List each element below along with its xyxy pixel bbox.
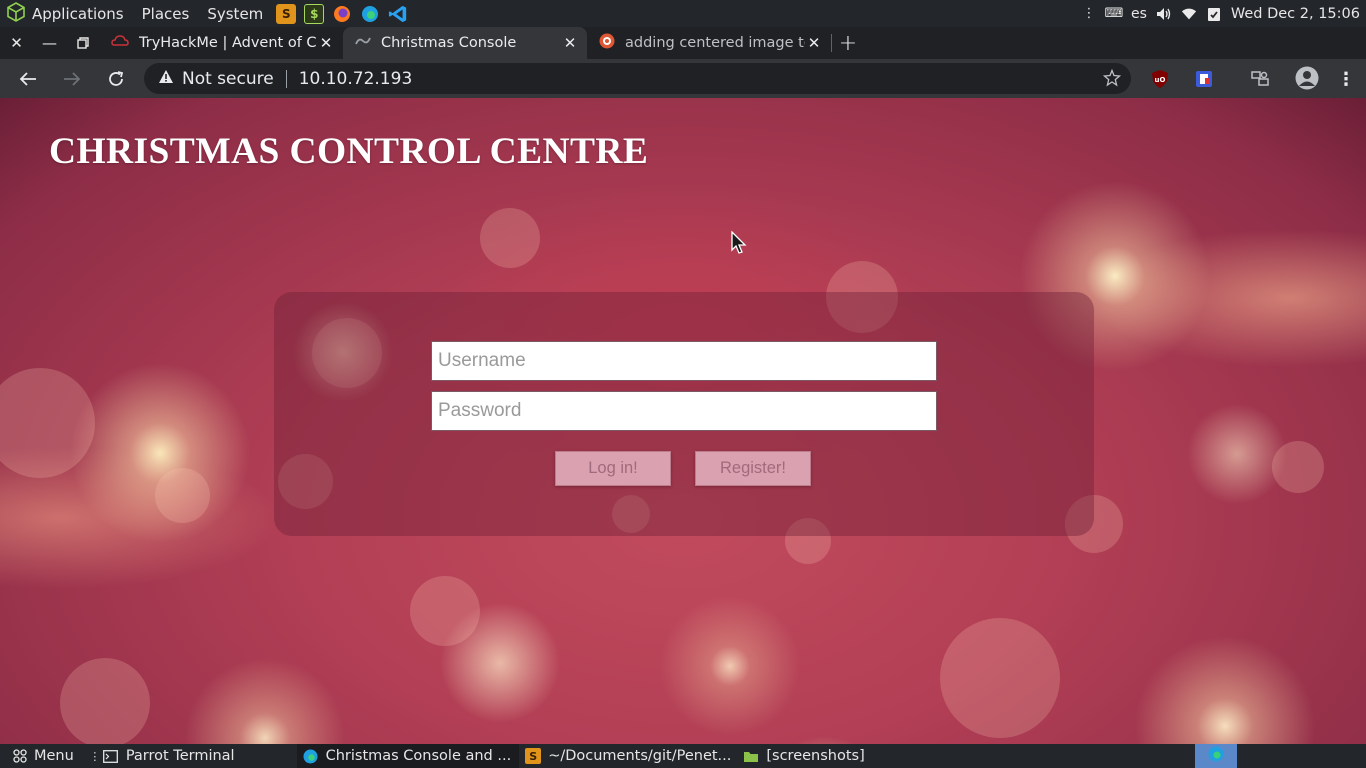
- window-restore-icon[interactable]: [66, 27, 99, 59]
- folder-icon: [743, 748, 759, 764]
- profile-avatar-icon[interactable]: [1295, 66, 1319, 90]
- tab-close-icon[interactable]: ✕: [561, 34, 579, 52]
- ublock-origin-icon[interactable]: uO: [1150, 69, 1170, 89]
- tab-close-icon[interactable]: ✕: [805, 34, 823, 52]
- username-field[interactable]: [431, 341, 937, 381]
- new-tab-plus-icon[interactable]: +: [832, 27, 864, 59]
- extension-blue-icon[interactable]: [1194, 69, 1214, 89]
- taskbar-item-screenshots-folder[interactable]: [screenshots]: [737, 744, 870, 768]
- login-panel: Log in! Register!: [274, 292, 1094, 536]
- applications-menu[interactable]: Applications: [0, 0, 133, 27]
- background-bokeh: [155, 468, 210, 523]
- taskbar-item-sublime[interactable]: S ~/Documents/git/Penet...: [519, 744, 737, 768]
- page-icon: [355, 34, 371, 52]
- tab-title: TryHackMe | Advent of Cy: [139, 35, 317, 51]
- volume-icon[interactable]: [1156, 6, 1172, 22]
- places-menu[interactable]: Places: [133, 0, 199, 27]
- address-bar[interactable]: Not secure 10.10.72.193: [144, 63, 1131, 94]
- grid-menu-icon: [12, 748, 28, 764]
- system-top-panel: Applications Places System S $ ⋮ ⌨ es We…: [0, 0, 1366, 27]
- page-viewport: CHRISTMAS CONTROL CENTRE Log in! Registe…: [0, 98, 1366, 744]
- background-bokeh: [1272, 441, 1324, 493]
- svg-text:uO: uO: [1155, 76, 1166, 84]
- address-divider: [285, 69, 287, 88]
- back-arrow-icon[interactable]: [6, 59, 50, 98]
- background-bokeh: [410, 576, 480, 646]
- sublime-text-icon: S: [525, 748, 542, 764]
- taskbar-item-label: Christmas Console and ...: [325, 748, 512, 764]
- tab-title: Christmas Console: [381, 35, 517, 51]
- page-title: CHRISTMAS CONTROL CENTRE: [49, 131, 649, 172]
- register-button[interactable]: Register!: [695, 451, 811, 486]
- background-bokeh: [0, 368, 95, 478]
- browser-menu-kebab-icon[interactable]: ⋮: [1336, 69, 1356, 90]
- drag-handle-icon: ⋮: [89, 749, 101, 763]
- terminal-icon: [103, 748, 119, 764]
- login-button[interactable]: Log in!: [555, 451, 671, 486]
- tab-title: adding centered image to: [625, 35, 805, 51]
- extensions-puzzle-icon[interactable]: [1250, 69, 1270, 89]
- parrot-cube-icon: [6, 1, 26, 26]
- tab-close-icon[interactable]: ✕: [317, 34, 335, 52]
- forward-arrow-icon[interactable]: [50, 59, 94, 98]
- taskbar-item-parrot-terminal[interactable]: ⋮ Parrot Terminal: [80, 744, 241, 768]
- wifi-icon[interactable]: [1181, 6, 1197, 22]
- keyboard-layout-indicator[interactable]: es: [1131, 6, 1147, 22]
- sublime-text-launcher-icon[interactable]: S: [276, 3, 297, 24]
- vertical-dots-icon[interactable]: ⋮: [1081, 6, 1097, 22]
- edge-icon: [1208, 746, 1224, 766]
- taskbar-menu-button[interactable]: Menu: [0, 744, 80, 768]
- url-text[interactable]: 10.10.72.193: [299, 69, 413, 89]
- background-bokeh: [480, 208, 540, 268]
- browser-tab-strip: ✕ — TryHackMe | Advent of Cy ✕ Christmas…: [0, 27, 1366, 59]
- system-menu[interactable]: System: [198, 0, 272, 27]
- firefox-launcher-icon[interactable]: [332, 4, 352, 24]
- taskbar-item-christmas-console[interactable]: Christmas Console and ...: [296, 744, 520, 768]
- bookmark-star-icon[interactable]: [1102, 68, 1122, 91]
- tryhackme-icon: [111, 34, 129, 52]
- window-close-icon[interactable]: ✕: [0, 27, 33, 59]
- keyboard-icon[interactable]: ⌨: [1105, 6, 1124, 22]
- taskbar-item-label: Parrot Terminal: [125, 748, 235, 764]
- edge-icon: [303, 748, 319, 764]
- warning-triangle-icon[interactable]: [158, 69, 174, 88]
- background-bokeh: [940, 618, 1060, 738]
- taskbar-item-label: [screenshots]: [766, 748, 865, 764]
- workspace-edge-indicator[interactable]: [1195, 744, 1237, 768]
- security-status-label[interactable]: Not secure: [182, 69, 274, 89]
- clock[interactable]: Wed Dec 2, 15:06: [1231, 6, 1360, 22]
- password-field[interactable]: [431, 391, 937, 431]
- duckduckgo-icon: [599, 33, 615, 53]
- browser-toolbar: Not secure 10.10.72.193 uO ⋮: [0, 59, 1366, 98]
- edge-launcher-icon[interactable]: [360, 4, 380, 24]
- reload-icon[interactable]: [94, 59, 138, 98]
- vscode-launcher-icon[interactable]: [388, 4, 408, 24]
- window-minimize-icon[interactable]: —: [33, 27, 66, 59]
- background-bokeh: [60, 658, 150, 744]
- terminal-launcher-icon[interactable]: $: [304, 3, 325, 24]
- tab-tryhackme[interactable]: TryHackMe | Advent of Cy ✕: [99, 27, 343, 59]
- taskbar-menu-label: Menu: [34, 748, 74, 764]
- applications-menu-label: Applications: [32, 4, 124, 23]
- tab-christmas-console[interactable]: Christmas Console ✕: [343, 27, 587, 59]
- taskbar-item-label: ~/Documents/git/Penet...: [548, 748, 732, 764]
- bottom-taskbar: Menu ⋮ Parrot Terminal Christmas Console…: [0, 744, 1366, 768]
- tab-duckduckgo[interactable]: adding centered image to ✕: [587, 27, 831, 59]
- clipboard-check-icon[interactable]: [1206, 6, 1222, 22]
